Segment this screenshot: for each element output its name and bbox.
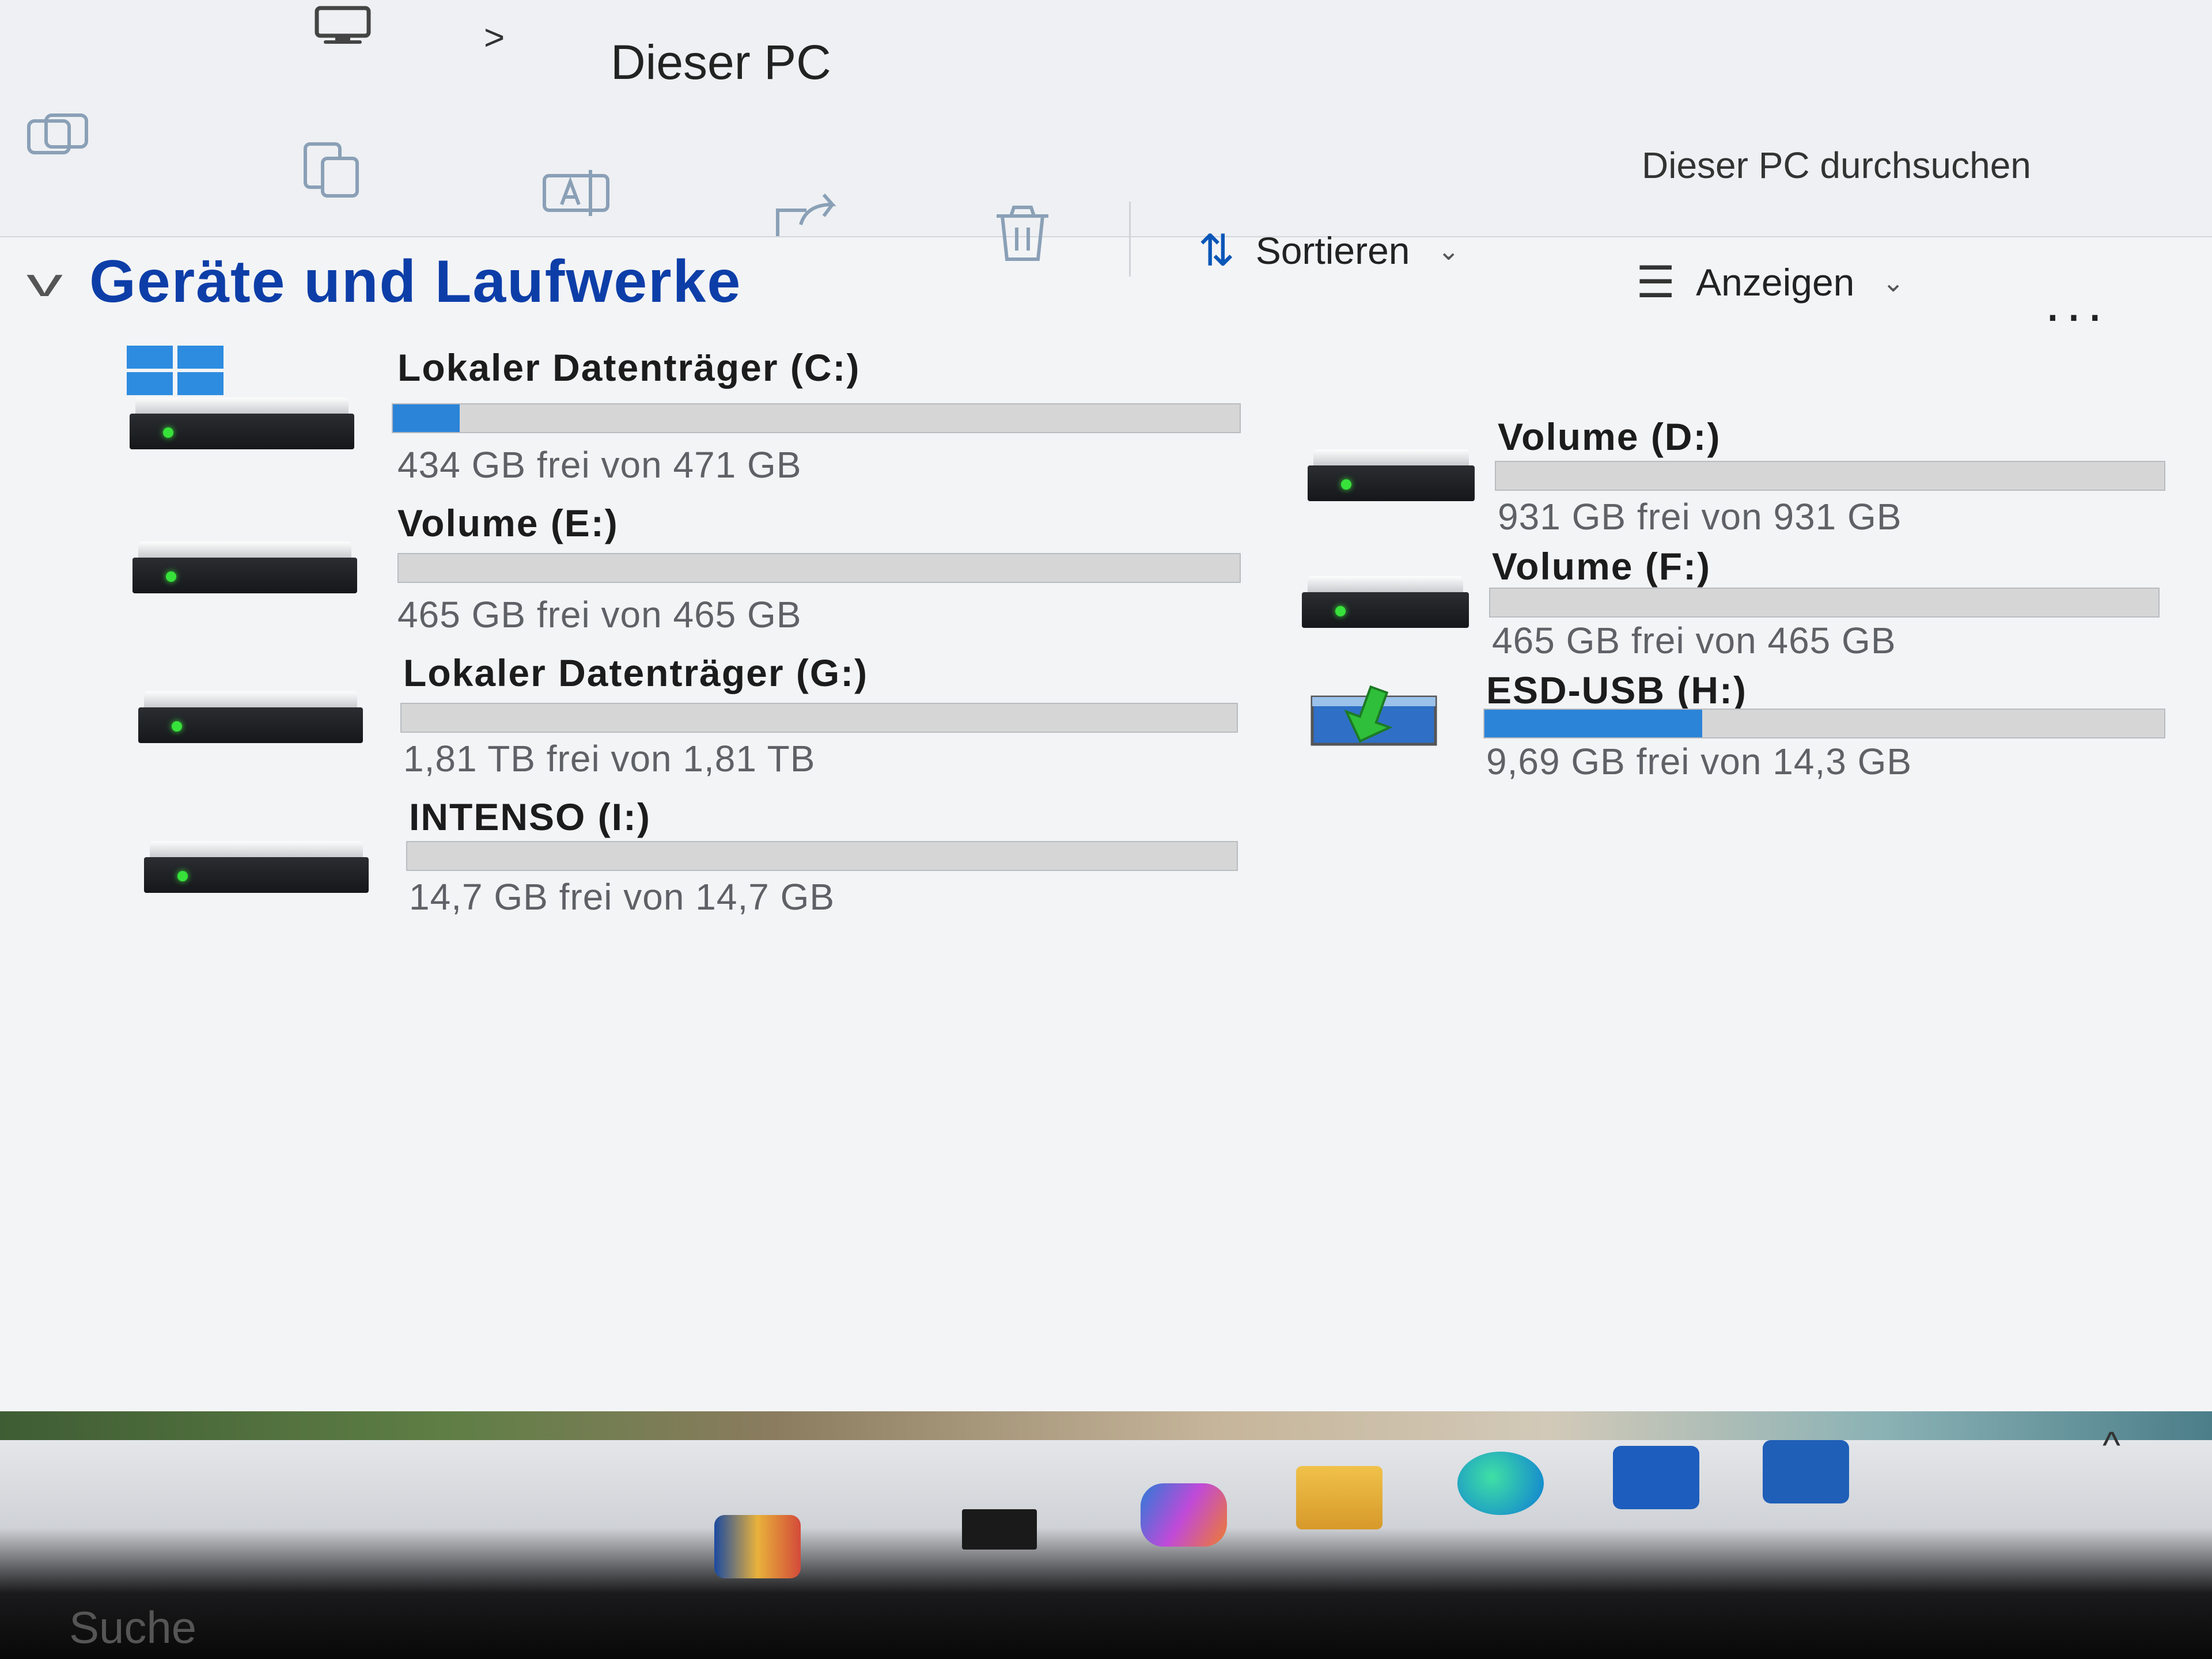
drive-free-space: 931 GB frei von 931 GB [1498, 496, 1902, 537]
more-options-button[interactable]: ... [2045, 271, 2108, 334]
view-list-icon: ☰ [1636, 258, 1676, 307]
rename-icon[interactable] [536, 161, 622, 225]
drive-usage-bar [1495, 461, 2165, 491]
share-icon[interactable] [766, 184, 853, 248]
view-button[interactable]: ☰ Anzeigen ⌄ [1636, 256, 1904, 308]
chevron-down-icon: ⌄ [1882, 267, 1904, 297]
outlook-new-icon[interactable] [1763, 1440, 1849, 1503]
drive-tile-g[interactable]: Lokaler Datenträger (G:) 1,81 TB frei vo… [138, 651, 1244, 783]
drive-usage-fill [1484, 710, 1702, 737]
address-bar[interactable]: > Dieser PC > [0, 0, 2212, 115]
drive-free-space: 1,81 TB frei von 1,81 TB [403, 738, 816, 779]
delete-icon[interactable] [979, 202, 1066, 265]
sort-label: Sortieren [1255, 229, 1410, 272]
drive-free-space: 9,69 GB frei von 14,3 GB [1486, 741, 1912, 782]
drive-tile-h[interactable]: ESD-USB (H:) 9,69 GB frei von 14,3 GB [1308, 668, 2177, 783]
chevron-up-icon[interactable]: ^ [2103, 1423, 2120, 1467]
sort-button[interactable]: ⇅ Sortieren ⌄ [1198, 225, 1460, 276]
file-explorer-window: > Dieser PC > ⇅ Sortieren ⌄ ☰ Anzeigen [0, 0, 2212, 1411]
education-app-icon[interactable] [714, 1515, 801, 1578]
hard-drive-icon [144, 841, 369, 893]
file-explorer-icon[interactable] [1296, 1466, 1382, 1529]
hard-drive-icon [138, 691, 363, 743]
drive-usage-bar [406, 841, 1238, 871]
edge-browser-icon[interactable] [1457, 1452, 1544, 1515]
drive-free-space: 434 GB frei von 471 GB [397, 444, 802, 486]
drive-usage-fill [393, 404, 460, 432]
drive-tile-d[interactable]: Volume (D:) 931 GB frei von 931 GB [1302, 415, 2177, 541]
terminal-app-icon[interactable] [962, 1509, 1037, 1550]
taskbar-search[interactable]: Suche [69, 1601, 196, 1654]
cut-icon[interactable] [23, 104, 109, 167]
hard-drive-icon [1308, 449, 1475, 501]
taskbar [0, 1440, 2212, 1659]
breadcrumb-this-pc[interactable]: Dieser PC [611, 35, 831, 90]
chevron-down-icon: ⌄ [1437, 235, 1460, 266]
view-label: Anzeigen [1696, 260, 1855, 304]
group-header[interactable]: v Geräte und Laufwerke [26, 248, 742, 316]
hard-drive-icon [1302, 576, 1469, 628]
drive-usage-bar [1483, 709, 2165, 738]
usb-install-icon [1310, 685, 1437, 746]
drive-tile-e[interactable]: Volume (E:) 465 GB frei von 465 GB [132, 501, 1244, 635]
drive-tile-f[interactable]: Volume (F:) 465 GB frei von 465 GB [1296, 544, 2177, 661]
drive-name: INTENSO (I:) [409, 796, 651, 838]
drive-free-space: 465 GB frei von 465 GB [397, 594, 802, 635]
hard-drive-icon [132, 541, 357, 593]
breadcrumb-separator[interactable]: > [484, 17, 505, 58]
windows-logo-icon [127, 346, 224, 395]
drive-name: Lokaler Datenträger (C:) [397, 346, 861, 389]
drive-name: ESD-USB (H:) [1486, 669, 1747, 711]
search-input[interactable]: Dieser PC durchsuchen [1642, 144, 2031, 187]
copilot-icon[interactable] [1141, 1483, 1227, 1547]
drive-tile-c[interactable]: Lokaler Datenträger (C:) 434 GB frei von… [127, 346, 1244, 490]
group-title: Geräte und Laufwerke [89, 248, 742, 315]
drive-name: Volume (E:) [397, 502, 619, 544]
drive-usage-bar [397, 553, 1241, 583]
drive-free-space: 14,7 GB frei von 14,7 GB [409, 876, 835, 918]
this-pc-icon [315, 6, 371, 44]
sort-arrows-icon: ⇅ [1198, 226, 1235, 275]
chevron-down-icon[interactable]: v [26, 259, 63, 305]
drive-usage-bar [392, 403, 1241, 433]
copy-icon[interactable] [294, 138, 380, 202]
drive-name: Volume (F:) [1492, 545, 1711, 588]
hard-drive-icon [130, 397, 354, 449]
drive-usage-bar [1489, 588, 2160, 618]
drive-usage-bar [400, 703, 1238, 733]
toolbar-divider [1129, 202, 1131, 276]
microsoft-store-icon[interactable] [1613, 1446, 1699, 1509]
drive-free-space: 465 GB frei von 465 GB [1492, 620, 1896, 661]
drive-name: Lokaler Datenträger (G:) [403, 652, 869, 694]
drive-tile-i[interactable]: INTENSO (I:) 14,7 GB frei von 14,7 GB [144, 795, 1244, 927]
drive-name: Volume (D:) [1498, 415, 1721, 458]
